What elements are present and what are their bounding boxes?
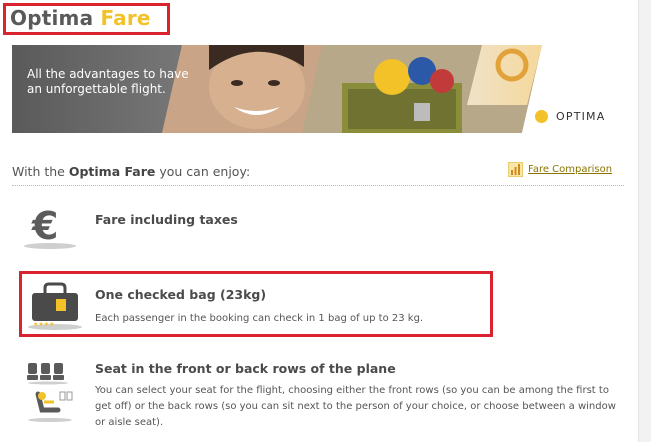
scrollbar-track[interactable] bbox=[638, 0, 651, 442]
seat-icon bbox=[27, 363, 73, 422]
feature-taxes-title: Fare including taxes bbox=[95, 212, 238, 227]
feature-seat-title: Seat in the front or back rows of the pl… bbox=[95, 361, 396, 376]
intro-prefix: With the bbox=[12, 164, 69, 179]
banner-brand: OPTIMA bbox=[535, 110, 605, 123]
feature-bag-title: One checked bag (23kg) bbox=[95, 287, 267, 302]
promo-banner: All the advantages to have an unforgetta… bbox=[12, 45, 624, 133]
intro-suffix: you can enjoy: bbox=[155, 164, 251, 179]
intro-fare-name: Optima Fare bbox=[68, 164, 156, 179]
svg-text:★★★★: ★★★★ bbox=[33, 321, 55, 328]
checked-bag-highlight-box bbox=[19, 271, 493, 337]
page-title-word1: Optima bbox=[10, 6, 94, 30]
page-title-word2: Fare bbox=[100, 6, 151, 30]
banner-tagline: All the advantages to have an unforgetta… bbox=[27, 67, 189, 96]
feature-seat-description: You can select your seat for the flight,… bbox=[95, 385, 616, 428]
banner-brand-label: OPTIMA bbox=[556, 110, 606, 123]
fare-comparison-label[interactable]: Fare Comparison bbox=[528, 164, 612, 175]
intro-line: With the Optima Fare you can enjoy: bbox=[12, 164, 250, 179]
feature-bag-description: Each passenger in the booking can check … bbox=[95, 313, 424, 324]
page-title: Optima Fare bbox=[10, 7, 151, 29]
bar-chart-icon bbox=[508, 162, 523, 177]
intro-divider bbox=[12, 185, 624, 186]
svg-text:€: € bbox=[31, 204, 58, 248]
brand-dot-icon bbox=[535, 110, 548, 123]
fare-comparison-link[interactable]: Fare Comparison bbox=[508, 162, 612, 177]
euro-icon: € bbox=[24, 204, 76, 249]
bag-icon: ★★★★ bbox=[28, 282, 82, 330]
